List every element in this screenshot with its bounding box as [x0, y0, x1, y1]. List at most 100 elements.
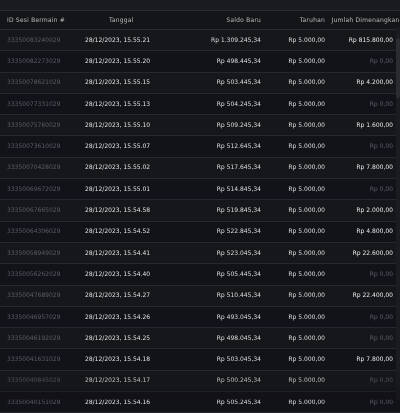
cell-session-id: 33350041631029: [7, 356, 61, 364]
table-row[interactable]: 33350058949029 28/12/2023, 15.54.41 Rp 523…: [0, 242, 400, 265]
cell-date: 28/12/2023, 15.55.01: [85, 185, 151, 193]
table-row[interactable]: 33350047689029 28/12/2023, 15.54.27 Rp 510…: [0, 285, 400, 307]
cell-session-id: 33350067665029: [7, 207, 61, 215]
header-bet: Taruhan: [299, 16, 325, 24]
cell-new-balance: Rp 512.645,34: [216, 143, 261, 151]
header-session-id: ID Sesi Bermain #: [7, 16, 65, 24]
table-row[interactable]: 33350046192029 28/12/2023, 15.54.25 Rp 498…: [0, 328, 400, 350]
table-header: ID Sesi Bermain # Tanggal Saldo Baru Tar…: [0, 11, 400, 30]
cell-date: 28/12/2023, 15.55.15: [85, 79, 151, 87]
cell-bet: Rp 5.000,00: [288, 207, 325, 215]
cell-session-id: 33350082273029: [7, 57, 61, 65]
cell-win-amount: Rp 0,00: [369, 270, 393, 278]
cell-bet: Rp 5.000,00: [288, 377, 325, 385]
cell-win-amount: Rp 0,00: [369, 334, 393, 342]
cell-session-id: 33350083240029: [7, 36, 61, 44]
table-row[interactable]: 33350070428029 28/12/2023, 15.55.02 Rp 517…: [0, 157, 400, 180]
scrollbar[interactable]: [396, 28, 400, 400]
cell-win-amount: Rp 1.600,00: [356, 121, 393, 129]
cell-win-amount: Rp 4.200,00: [356, 79, 393, 87]
cell-session-id: 33350078621029: [7, 79, 61, 87]
cell-date: 28/12/2023, 15.54.40: [85, 270, 151, 278]
cell-bet: Rp 5.000,00: [288, 270, 325, 278]
cell-date: 28/12/2023, 15.54.58: [85, 207, 151, 215]
cell-date: 28/12/2023, 15.55.21: [85, 36, 151, 44]
table-row[interactable]: 33350083240029 28/12/2023, 15.55.21 Rp 1.3…: [0, 30, 400, 52]
cell-bet: Rp 5.000,00: [288, 185, 325, 193]
cell-session-id: 33350064306029: [7, 228, 61, 236]
cell-win-amount: Rp 22.600,00: [352, 249, 393, 257]
cell-date: 28/12/2023, 15.54.26: [85, 313, 151, 321]
cell-bet: Rp 5.000,00: [288, 36, 325, 44]
cell-win-amount: Rp 4.800,00: [356, 228, 393, 236]
cell-new-balance: Rp 498.045,34: [216, 334, 261, 342]
table-row[interactable]: 33350040151029 28/12/2023, 15.54.16 Rp 505…: [0, 392, 400, 413]
table-row[interactable]: 33350040845029 28/12/2023, 15.54.17 Rp 500…: [0, 370, 400, 393]
cell-bet: Rp 5.000,00: [288, 292, 325, 300]
table-row[interactable]: 33350075760029 28/12/2023, 15.55.10 Rp 509…: [0, 115, 400, 137]
cell-new-balance: Rp 493.045,34: [216, 313, 261, 321]
cell-session-id: 33350046192029: [7, 334, 61, 342]
cell-new-balance: Rp 510.445,34: [216, 292, 261, 300]
table-row[interactable]: 33350073610029 28/12/2023, 15.55.07 Rp 512…: [0, 136, 400, 158]
history-table-panel: ID Sesi Bermain # Tanggal Saldo Baru Tar…: [0, 0, 400, 413]
table-row[interactable]: 33350046957029 28/12/2023, 15.54.26 Rp 493…: [0, 306, 400, 329]
cell-bet: Rp 5.000,00: [288, 249, 325, 257]
cell-new-balance: Rp 505.445,34: [216, 270, 261, 278]
cell-new-balance: Rp 522.845,34: [216, 228, 261, 236]
cell-new-balance: Rp 514.845,34: [216, 185, 261, 193]
header-date: Tanggal: [109, 16, 134, 24]
cell-bet: Rp 5.000,00: [288, 121, 325, 129]
table-row[interactable]: 33350082273029 28/12/2023, 15.55.20 Rp 498…: [0, 51, 400, 73]
cell-bet: Rp 5.000,00: [288, 356, 325, 364]
cell-date: 28/12/2023, 15.54.18: [85, 356, 151, 364]
cell-win-amount: Rp 7.800,00: [356, 356, 393, 364]
cell-bet: Rp 5.000,00: [288, 100, 325, 108]
cell-date: 28/12/2023, 15.54.41: [85, 249, 151, 257]
cell-session-id: 33350073610029: [7, 143, 61, 151]
cell-date: 28/12/2023, 15.55.13: [85, 100, 151, 108]
cell-session-id: 33350077331029: [7, 100, 61, 108]
cell-date: 28/12/2023, 15.55.20: [85, 57, 151, 65]
cell-bet: Rp 5.000,00: [288, 79, 325, 87]
cell-win-amount: Rp 0,00: [369, 57, 393, 65]
cell-bet: Rp 5.000,00: [288, 164, 325, 172]
cell-win-amount: Rp 0,00: [369, 185, 393, 193]
scrollbar-thumb[interactable]: [396, 38, 400, 98]
cell-session-id: 33350058949029: [7, 249, 61, 257]
cell-bet: Rp 5.000,00: [288, 57, 325, 65]
cell-session-id: 33350056262029: [7, 270, 61, 278]
cell-session-id: 33350046957029: [7, 313, 61, 321]
cell-bet: Rp 5.000,00: [288, 143, 325, 151]
table-row[interactable]: 33350067665029 28/12/2023, 15.54.58 Rp 519…: [0, 200, 400, 222]
cell-session-id: 33350040845029: [7, 377, 61, 385]
cell-new-balance: Rp 498.445,34: [216, 57, 261, 65]
cell-bet: Rp 5.000,00: [288, 334, 325, 342]
cell-win-amount: Rp 0,00: [369, 313, 393, 321]
cell-win-amount: Rp 2.000,00: [356, 207, 393, 215]
table-row[interactable]: 33350056262029 28/12/2023, 15.54.40 Rp 505…: [0, 264, 400, 286]
cell-new-balance: Rp 503.045,34: [216, 356, 261, 364]
cell-date: 28/12/2023, 15.54.27: [85, 292, 151, 300]
cell-date: 28/12/2023, 15.55.10: [85, 121, 151, 129]
header-win-amount: Jumlah Dimenangkan: [331, 16, 400, 24]
cell-new-balance: Rp 503.445,34: [216, 79, 261, 87]
table-row[interactable]: 33350041631029 28/12/2023, 15.54.18 Rp 503…: [0, 349, 400, 371]
cell-new-balance: Rp 517.645,34: [216, 164, 261, 172]
cell-date: 28/12/2023, 15.54.25: [85, 334, 151, 342]
cell-win-amount: Rp 7.800,00: [356, 164, 393, 172]
cell-win-amount: Rp 22.400,00: [352, 292, 393, 300]
cell-new-balance: Rp 509.245,34: [216, 121, 261, 129]
cell-win-amount: Rp 0,00: [369, 143, 393, 151]
cell-new-balance: Rp 523.045,34: [216, 249, 261, 257]
cell-session-id: 33350047689029: [7, 292, 61, 300]
table-row[interactable]: 33350069672029 28/12/2023, 15.55.01 Rp 514…: [0, 179, 400, 201]
cell-date: 28/12/2023, 15.54.17: [85, 377, 151, 385]
cell-win-amount: Rp 815.800,00: [348, 36, 393, 44]
table-row[interactable]: 33350077331029 28/12/2023, 15.55.13 Rp 504…: [0, 93, 400, 116]
cell-date: 28/12/2023, 15.55.02: [85, 164, 151, 172]
cell-bet: Rp 5.000,00: [288, 228, 325, 236]
table-row[interactable]: 33350064306029 28/12/2023, 15.54.52 Rp 522…: [0, 221, 400, 243]
table-row[interactable]: 33350078621029 28/12/2023, 15.55.15 Rp 503…: [0, 72, 400, 94]
cell-date: 28/12/2023, 15.55.07: [85, 143, 151, 151]
